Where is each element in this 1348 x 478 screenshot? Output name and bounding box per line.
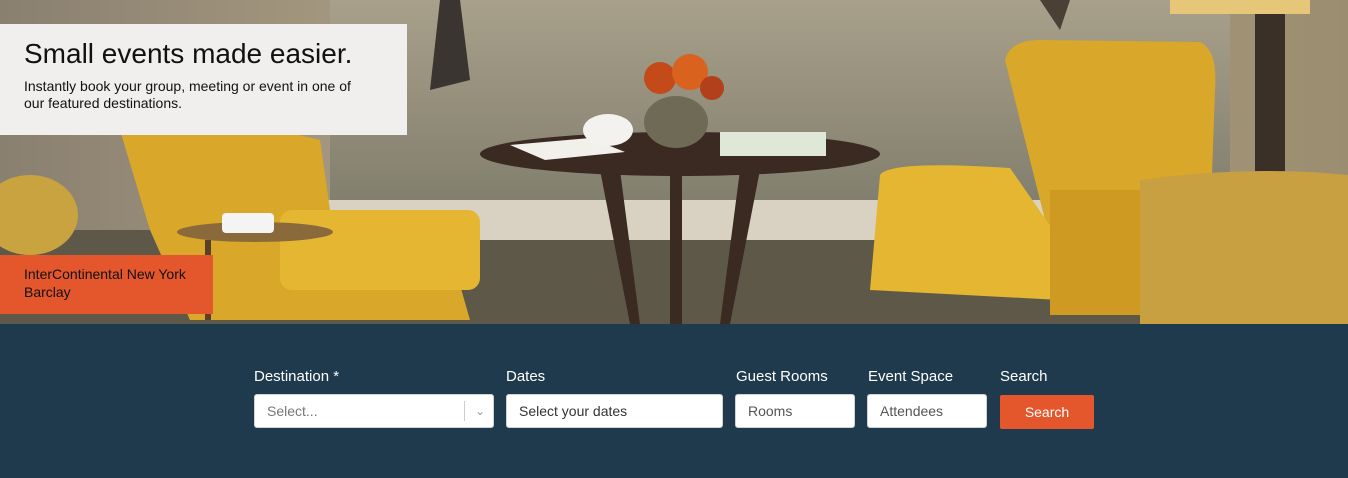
dates-label: Dates xyxy=(506,368,546,385)
rooms-label: Guest Rooms xyxy=(736,368,828,385)
event-space-label: Event Space xyxy=(868,368,954,385)
hotel-name-tag[interactable]: InterContinental New York Barclay xyxy=(0,255,213,314)
promo-title: Small events made easier. xyxy=(24,38,353,69)
promo-card: Small events made easier. Instantly book… xyxy=(0,24,407,135)
search-button[interactable]: Search xyxy=(1000,395,1094,429)
chevron-down-icon[interactable]: ⌄ xyxy=(475,395,485,427)
attendees-field[interactable]: Attendees xyxy=(867,394,987,428)
rooms-field[interactable]: Rooms xyxy=(735,394,855,428)
search-bar: Destination * Select... ⌄ Dates Select y… xyxy=(0,324,1348,478)
select-separator xyxy=(464,401,465,421)
destination-select[interactable]: Select... ⌄ xyxy=(254,394,494,428)
destination-placeholder: Select... xyxy=(267,403,318,419)
destination-label: Destination * xyxy=(254,368,340,385)
dates-field[interactable]: Select your dates xyxy=(506,394,723,428)
search-label: Search xyxy=(1000,368,1048,385)
promo-subtitle: Instantly book your group, meeting or ev… xyxy=(24,78,351,111)
